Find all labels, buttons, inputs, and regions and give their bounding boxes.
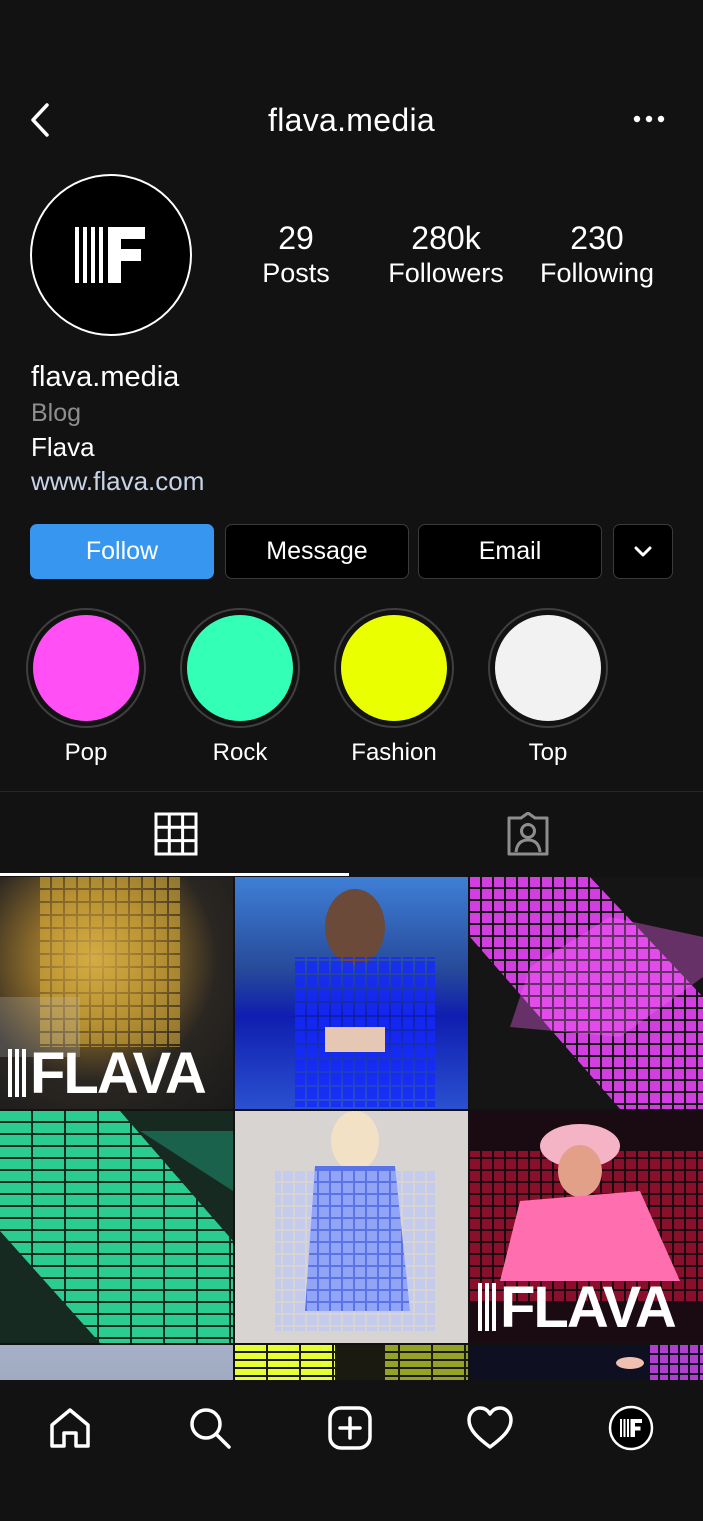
tagged-person-icon	[507, 812, 548, 856]
highlight-cover	[495, 615, 601, 721]
stat-followers-value: 280k	[411, 220, 481, 256]
profile-icon	[608, 1405, 654, 1451]
highlight-fashion[interactable]: Fashion	[334, 608, 454, 768]
nav-home[interactable]	[40, 1398, 100, 1458]
post-thumbnail[interactable]	[0, 1111, 233, 1343]
flava-bars-icon	[478, 1283, 496, 1331]
bio-name: flava.media	[31, 361, 180, 393]
pixel-pattern-icon	[295, 889, 435, 1107]
highlight-ring	[488, 608, 608, 728]
highlight-label: Fashion	[351, 739, 437, 766]
flava-wordmark: FLAVA	[30, 1040, 207, 1106]
highlight-ring	[334, 608, 454, 728]
highlight-top[interactable]: Top	[488, 608, 608, 768]
pixel-pattern-icon	[470, 877, 703, 1109]
post-thumbnail[interactable]: FLAVA	[0, 877, 233, 1109]
highlight-label: Pop	[64, 739, 108, 766]
post-thumbnail[interactable]	[235, 1345, 468, 1380]
bio-text: Flava	[31, 432, 95, 462]
pixel-pattern-icon	[616, 1345, 703, 1380]
profile-stats: 29 Posts 280k Followers 230 Following	[240, 220, 680, 300]
chevron-down-icon	[634, 546, 652, 556]
bio-website-link[interactable]: www.flava.com	[31, 464, 204, 498]
page-title: flava.media	[268, 102, 435, 138]
search-icon	[190, 1408, 231, 1449]
grid-icon	[154, 812, 197, 856]
profile-actions: Follow Message Email	[30, 524, 673, 579]
post-thumbnail[interactable]	[235, 1111, 468, 1343]
more-options-button[interactable]	[629, 104, 669, 134]
nav-create-post[interactable]	[320, 1398, 380, 1458]
pixel-pattern-icon	[275, 1111, 435, 1331]
highlight-cover	[33, 615, 139, 721]
message-button[interactable]: Message	[225, 524, 409, 579]
heart-icon	[467, 1406, 513, 1449]
pixel-pattern-icon	[0, 1111, 233, 1343]
stat-posts-value: 29	[278, 220, 314, 256]
highlight-rock[interactable]: Rock	[180, 608, 300, 768]
stat-followers-label: Followers	[388, 258, 504, 288]
add-post-icon	[328, 1406, 372, 1450]
tab-posts-grid[interactable]	[0, 792, 351, 876]
stat-followers[interactable]: 280k Followers	[376, 220, 516, 290]
stat-following[interactable]: 230 Following	[527, 220, 667, 290]
highlight-ring	[180, 608, 300, 728]
suggested-accounts-button[interactable]	[613, 524, 673, 579]
flava-logo-icon	[75, 227, 145, 283]
email-button[interactable]: Email	[418, 524, 602, 579]
post-thumbnail[interactable]	[470, 1345, 703, 1380]
post-thumbnail[interactable]	[235, 877, 468, 1109]
highlight-cover	[341, 615, 447, 721]
active-tab-indicator	[0, 873, 349, 876]
posts-grid: FLAVA FLAVA	[0, 877, 703, 1380]
ellipsis-icon	[633, 115, 665, 123]
highlight-cover	[187, 615, 293, 721]
stat-posts[interactable]: 29 Posts	[226, 220, 366, 290]
highlight-pop[interactable]: Pop	[26, 608, 146, 768]
stat-posts-label: Posts	[262, 258, 330, 288]
pixel-pattern-icon	[235, 1345, 468, 1380]
flava-logo-overlay: FLAVA	[8, 1041, 207, 1106]
highlight-label: Rock	[212, 739, 268, 766]
nav-activity[interactable]	[460, 1398, 520, 1458]
nav-profile[interactable]	[601, 1398, 661, 1458]
highlight-label: Top	[528, 739, 568, 766]
flava-wordmark: FLAVA	[500, 1274, 677, 1340]
post-thumbnail[interactable]	[470, 877, 703, 1109]
flava-logo-overlay: FLAVA	[478, 1275, 677, 1340]
story-highlights: Pop Rock Fashion Top	[26, 608, 686, 768]
nav-search[interactable]	[180, 1398, 240, 1458]
follow-button[interactable]: Follow	[30, 524, 214, 579]
tab-tagged[interactable]	[352, 792, 703, 876]
home-icon	[50, 1408, 90, 1448]
profile-avatar[interactable]	[30, 174, 192, 336]
top-bar: flava.media	[0, 92, 703, 152]
highlight-ring	[26, 608, 146, 728]
bio-category: Blog	[31, 399, 82, 427]
post-thumbnail[interactable]	[0, 1345, 233, 1380]
stat-following-label: Following	[539, 258, 655, 288]
profile-bio: flava.media Blog Flava www.flava.com	[31, 358, 204, 498]
bottom-nav	[0, 1380, 703, 1521]
stat-following-value: 230	[570, 220, 624, 256]
post-thumbnail[interactable]: FLAVA	[470, 1111, 703, 1343]
flava-bars-icon	[8, 1049, 26, 1097]
